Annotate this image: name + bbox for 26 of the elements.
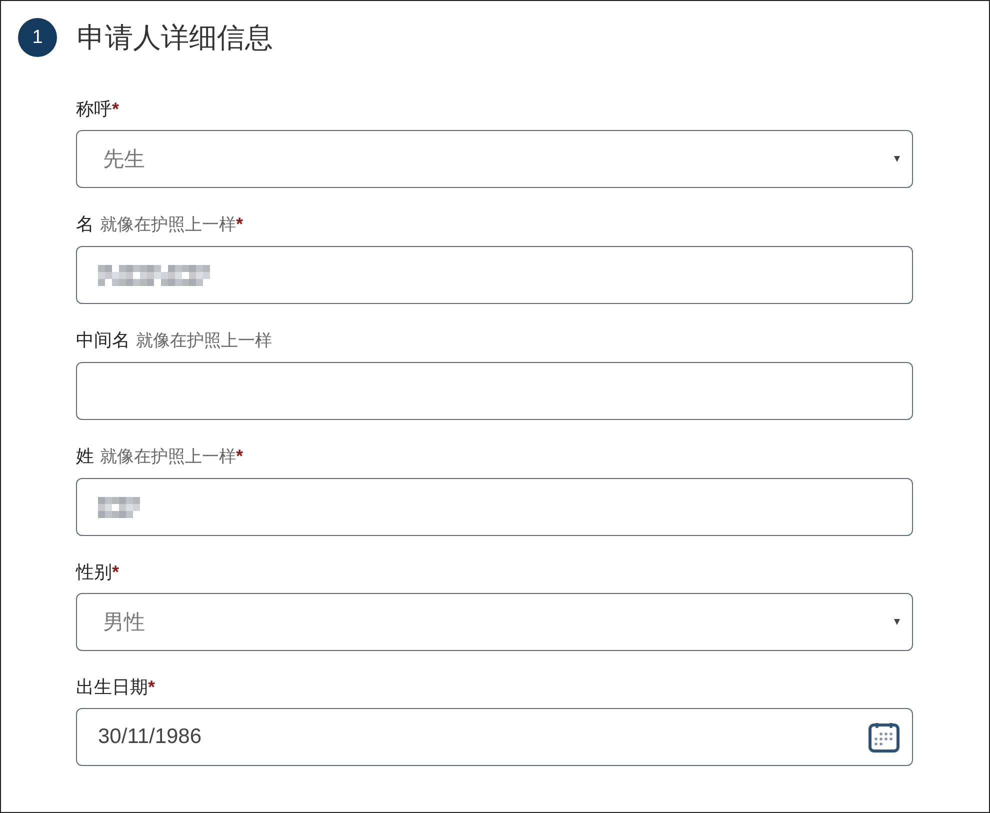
select-field[interactable]: 男性 <box>76 593 913 651</box>
field-label: 名 <box>76 214 94 234</box>
caret-icon <box>894 156 900 162</box>
step-number: 1 <box>18 18 57 57</box>
input-field[interactable] <box>76 362 913 420</box>
calendar-icon[interactable] <box>868 721 900 753</box>
required-mark: * <box>112 99 120 119</box>
pixelated-text <box>98 496 140 518</box>
required-mark: * <box>112 562 120 582</box>
section-title: 申请人详细信息 <box>77 20 273 54</box>
field-hint: 就像在护照上一样 <box>100 447 236 466</box>
required-mark: * <box>236 446 244 466</box>
field-hint: 就像在护照上一样 <box>136 331 272 350</box>
field-label: 出生日期 <box>76 677 148 697</box>
input-field[interactable] <box>76 246 913 304</box>
field-hint: 就像在护照上一样 <box>100 215 236 234</box>
field-label: 姓 <box>76 446 94 466</box>
required-mark: * <box>148 677 156 697</box>
required-mark: * <box>236 214 244 234</box>
field-label: 称呼 <box>76 99 112 119</box>
field-label: 中间名 <box>76 330 130 350</box>
field-label: 性别 <box>76 562 112 582</box>
caret-icon <box>894 619 900 625</box>
select-field[interactable]: 先生 <box>76 130 913 188</box>
input-field[interactable] <box>76 478 913 536</box>
date-field[interactable]: 30/11/1986 <box>76 708 913 766</box>
